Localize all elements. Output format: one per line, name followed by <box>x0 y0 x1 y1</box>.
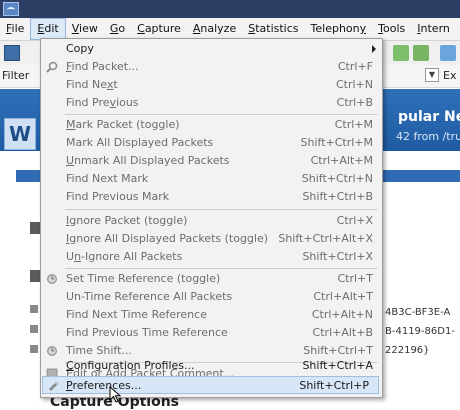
interface-icon <box>30 325 38 333</box>
menu-item-shortcut: Shift+Ctrl+X <box>302 250 373 263</box>
menu-item-find-next-mark[interactable]: Find Next Mark Shift+Ctrl+N <box>41 170 382 188</box>
menu-item-label: Preferences... <box>66 379 142 392</box>
banner-title: pular Net <box>398 109 460 125</box>
menu-item-ignore-all-displayed[interactable]: Ignore All Displayed Packets (toggle) Sh… <box>41 230 382 248</box>
menu-item-find-next[interactable]: Find Next Ctrl+N <box>41 76 382 94</box>
menu-item-find-previous[interactable]: Find Previous Ctrl+B <box>41 94 382 112</box>
filter-label: Filter <box>2 69 30 82</box>
interface-list-icon <box>30 270 40 282</box>
menu-item-label: Find Next Time Reference <box>66 308 207 321</box>
edit-menu-dropdown: Copy Find Packet... Ctrl+F Find Next Ctr… <box>40 38 383 398</box>
submenu-arrow-icon <box>372 45 376 53</box>
menu-capture[interactable]: Capture <box>131 18 187 40</box>
toolbar-button-icon[interactable] <box>440 45 456 61</box>
menu-statistics[interactable]: Statistics <box>242 18 304 40</box>
go-down-icon[interactable] <box>413 45 429 61</box>
interface-icon <box>30 345 38 353</box>
menu-item-unignore-all[interactable]: Un-Ignore All Packets Shift+Ctrl+X <box>41 248 382 266</box>
menu-item-set-time-reference[interactable]: Set Time Reference (toggle) Ctrl+T <box>41 270 382 288</box>
menu-item-shortcut: Shift+Ctrl+Alt+X <box>278 232 373 245</box>
filter-dropdown-button[interactable]: ▼ <box>425 68 439 82</box>
menu-item-label: Ignore All Displayed Packets (toggle) <box>66 232 269 245</box>
menu-item-label: Mark All Displayed Packets <box>66 136 214 149</box>
menu-item-shortcut: Ctrl+Alt+M <box>310 154 373 167</box>
menu-file[interactable]: File <box>0 18 30 40</box>
menu-item-label: Unmark All Displayed Packets <box>66 154 230 167</box>
menu-item-label: Find Previous Mark <box>66 190 170 203</box>
menu-item-mark-packet[interactable]: Mark Packet (toggle) Ctrl+M <box>41 116 382 134</box>
menu-internals[interactable]: Intern <box>411 18 456 40</box>
menu-item-shortcut: Shift+Ctrl+M <box>300 136 374 149</box>
menu-item-shortcut: Ctrl+N <box>335 78 373 91</box>
clock-icon <box>47 274 57 284</box>
menu-item-label: Find Next <box>66 78 118 91</box>
menu-item-shortcut: Ctrl+B <box>336 96 373 109</box>
menu-item-shortcut: Shift+Ctrl+A <box>302 359 373 372</box>
menu-item-shortcut: Ctrl+M <box>334 118 373 131</box>
search-icon <box>46 61 58 73</box>
menu-telephony[interactable]: Telephony <box>305 18 373 40</box>
menu-item-shortcut: Ctrl+T <box>337 272 373 285</box>
preferences-icon <box>49 381 59 391</box>
menu-item-find-packet[interactable]: Find Packet... Ctrl+F <box>41 58 382 76</box>
wireshark-app-icon <box>3 2 19 16</box>
go-up-icon[interactable] <box>393 45 409 61</box>
menu-tools[interactable]: Tools <box>372 18 411 40</box>
open-file-icon[interactable] <box>4 45 20 61</box>
filter-expression-label[interactable]: Ex <box>443 69 456 82</box>
interface-list-icon <box>30 222 40 234</box>
menu-item-label: Find Packet... <box>66 60 139 73</box>
menu-go[interactable]: Go <box>104 18 131 40</box>
menu-item-shortcut: Shift+Ctrl+P <box>299 379 369 392</box>
menu-item-label: Set Time Reference (toggle) <box>66 272 221 285</box>
menu-item-find-previous-time-reference[interactable]: Find Previous Time Reference Ctrl+Alt+B <box>41 324 382 342</box>
interface-item[interactable]: B-4119-86D1- <box>385 326 455 337</box>
menu-item-shortcut: Ctrl+Alt+B <box>312 326 373 339</box>
interface-item[interactable]: 222196} <box>385 345 430 356</box>
menu-separator <box>65 268 378 269</box>
menu-item-label: Un-Time Reference All Packets <box>66 290 233 303</box>
menu-analyze[interactable]: Analyze <box>187 18 242 40</box>
menu-item-label: Ignore Packet (toggle) <box>66 214 188 227</box>
menu-item-untime-reference-all[interactable]: Un-Time Reference All Packets Ctrl+Alt+T <box>41 288 382 306</box>
menu-item-label: Copy <box>66 42 94 55</box>
menu-item-shortcut: Shift+Ctrl+N <box>301 172 373 185</box>
clock-icon <box>47 346 57 356</box>
menu-separator <box>65 114 378 115</box>
menu-item-copy[interactable]: Copy <box>41 40 382 58</box>
menu-item-shortcut: Ctrl+X <box>336 214 373 227</box>
interface-item[interactable]: 4B3C-BF3E-A <box>385 307 450 318</box>
menu-item-label: Configuration Profiles... <box>66 359 195 372</box>
menu-item-unmark-all-displayed[interactable]: Unmark All Displayed Packets Ctrl+Alt+M <box>41 152 382 170</box>
menu-separator <box>65 209 378 210</box>
menu-item-preferences[interactable]: Preferences... Shift+Ctrl+P <box>42 376 379 394</box>
menu-item-find-previous-mark[interactable]: Find Previous Mark Shift+Ctrl+B <box>41 188 382 206</box>
mouse-cursor-icon <box>109 386 122 403</box>
menu-item-configuration-profiles[interactable]: Configuration Profiles... Shift+Ctrl+A <box>41 357 382 375</box>
banner-subtitle: 42 from /tru <box>396 130 460 143</box>
banner-logo: W <box>4 118 36 150</box>
menu-item-ignore-packet[interactable]: Ignore Packet (toggle) Ctrl+X <box>41 212 382 230</box>
menu-item-shortcut: Ctrl+F <box>337 60 373 73</box>
menu-item-label: Mark Packet (toggle) <box>66 118 180 131</box>
menu-edit[interactable]: Edit <box>30 18 66 40</box>
menu-item-shortcut: Shift+Ctrl+B <box>302 190 373 203</box>
menu-view[interactable]: View <box>66 18 104 40</box>
menu-item-label: Find Previous <box>66 96 139 109</box>
menu-item-find-next-time-reference[interactable]: Find Next Time Reference Ctrl+Alt+N <box>41 306 382 324</box>
interface-icon <box>30 305 38 313</box>
menu-item-mark-all-displayed[interactable]: Mark All Displayed Packets Shift+Ctrl+M <box>41 134 382 152</box>
menu-item-shortcut: Ctrl+Alt+N <box>311 308 373 321</box>
title-bar <box>0 0 460 18</box>
menu-item-label: Find Previous Time Reference <box>66 326 228 339</box>
menu-item-label: Find Next Mark <box>66 172 149 185</box>
menu-item-label: Un-Ignore All Packets <box>66 250 183 263</box>
menu-item-shortcut: Ctrl+Alt+T <box>313 290 373 303</box>
